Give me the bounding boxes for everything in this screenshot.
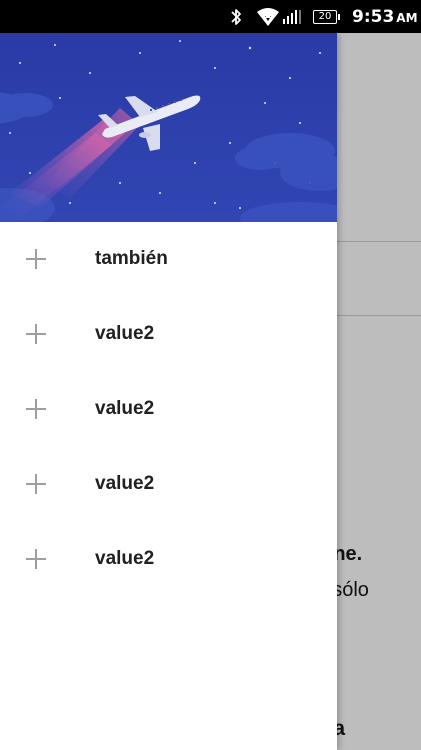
bluetooth-icon bbox=[229, 0, 243, 33]
drawer-item-label: value2 bbox=[95, 548, 155, 569]
drawer-item-label: value2 bbox=[95, 398, 155, 419]
drawer-item-value2[interactable]: value2 bbox=[0, 447, 337, 522]
plus-icon bbox=[26, 474, 46, 494]
drawer-item-label: también bbox=[95, 248, 168, 269]
drawer-item-label: value2 bbox=[95, 473, 155, 494]
clock: 9:53 AM bbox=[352, 0, 418, 33]
drawer-item-tambien[interactable]: también bbox=[0, 222, 337, 297]
battery-icon: 20 bbox=[313, 0, 340, 33]
plus-icon bbox=[26, 549, 46, 569]
signal-icon bbox=[283, 0, 301, 33]
clock-time: 9:53 bbox=[352, 6, 395, 27]
plus-icon bbox=[26, 249, 46, 269]
background-divider bbox=[337, 241, 421, 242]
drawer-menu-list: también value2 value2 value2 value2 bbox=[0, 222, 337, 597]
clock-ampm: AM bbox=[396, 11, 418, 25]
plus-icon bbox=[26, 399, 46, 419]
drawer-item-value2[interactable]: value2 bbox=[0, 297, 337, 372]
drawer-header-image bbox=[0, 33, 337, 222]
navigation-drawer: también value2 value2 value2 value2 bbox=[0, 33, 337, 750]
drawer-item-value2[interactable]: value2 bbox=[0, 372, 337, 447]
drawer-item-value2[interactable]: value2 bbox=[0, 522, 337, 597]
status-bar: 20 9:53 AM bbox=[0, 0, 421, 33]
plus-icon bbox=[26, 324, 46, 344]
drawer-item-label: value2 bbox=[95, 323, 155, 344]
background-divider bbox=[337, 315, 421, 316]
wifi-icon bbox=[256, 0, 280, 33]
battery-level: 20 bbox=[313, 9, 340, 24]
